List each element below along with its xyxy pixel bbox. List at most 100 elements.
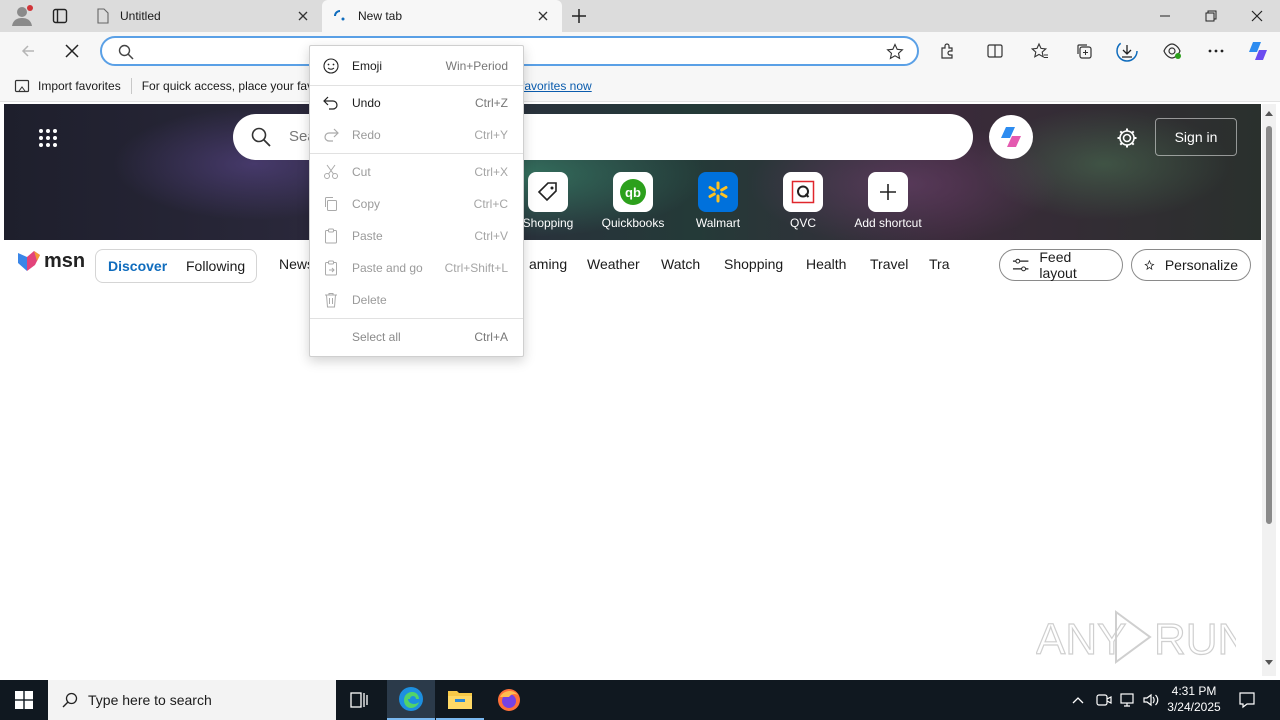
new-tab-plus-icon[interactable] (570, 7, 588, 25)
clock-date: 3/24/2025 (1167, 700, 1221, 714)
more-options-icon[interactable] (1202, 38, 1230, 64)
menu-item-paste[interactable]: Paste Ctrl+V (310, 220, 523, 252)
close-tab-icon[interactable] (534, 7, 552, 25)
start-button[interactable] (0, 680, 48, 720)
add-shortcut-button[interactable]: Add shortcut (848, 172, 928, 230)
menu-shortcut: Ctrl+Y (474, 128, 508, 142)
import-favorites-label: Import favorites (38, 78, 121, 93)
collections-icon[interactable] (1070, 38, 1098, 64)
tab-new-tab[interactable]: New tab (322, 0, 562, 32)
back-icon[interactable] (14, 38, 42, 64)
meet-now-icon[interactable] (1095, 691, 1113, 709)
menu-shortcut: Ctrl+V (474, 229, 508, 243)
network-icon[interactable] (1118, 691, 1136, 709)
menu-shortcut: Ctrl+X (474, 165, 508, 179)
redo-icon (324, 128, 339, 142)
menu-separator (310, 318, 523, 319)
menu-item-select-all[interactable]: Select all Ctrl+A (310, 321, 523, 353)
restore-icon[interactable] (1188, 0, 1234, 32)
shortcut-walmart[interactable]: Walmart (678, 172, 758, 230)
tab-untitled[interactable]: Untitled (86, 0, 322, 32)
loading-spinner-icon (334, 10, 345, 21)
menu-item-copy[interactable]: Copy Ctrl+C (310, 188, 523, 220)
split-screen-icon[interactable] (981, 38, 1009, 64)
scrollbar-thumb[interactable] (1266, 126, 1272, 524)
page-scrollbar[interactable] (1262, 104, 1276, 676)
downloads-icon[interactable] (1113, 38, 1141, 64)
close-tab-icon[interactable] (294, 7, 312, 25)
folder-icon (448, 691, 472, 709)
apps-grid-icon[interactable] (38, 128, 58, 148)
feed-layout-label: Feed layout (1039, 249, 1077, 281)
menu-item-delete[interactable]: Delete (310, 284, 523, 316)
tab-discover[interactable]: Discover (108, 258, 167, 274)
shortcut-quickbooks[interactable]: qb Quickbooks (593, 172, 673, 230)
taskbar-search-box[interactable]: Type here to search (48, 680, 336, 720)
copilot-icon[interactable] (1244, 38, 1272, 64)
extensions-icon[interactable] (934, 38, 962, 64)
notifications-icon[interactable] (1238, 691, 1256, 709)
taskbar-file-explorer[interactable] (436, 680, 484, 720)
nav-item-weather[interactable]: Weather (587, 256, 640, 272)
stop-loading-icon[interactable] (58, 38, 86, 64)
tag-icon (537, 182, 557, 202)
menu-label: Delete (352, 293, 387, 307)
menu-item-paste-and-go[interactable]: Paste and go Ctrl+Shift+L (310, 252, 523, 284)
close-window-icon[interactable] (1234, 0, 1280, 32)
taskbar-search-placeholder: Type here to search (88, 692, 212, 708)
menu-item-redo[interactable]: Redo Ctrl+Y (310, 119, 523, 151)
sign-in-button[interactable]: Sign in (1155, 118, 1237, 156)
menu-label: Copy (352, 197, 381, 211)
profile-avatar-icon[interactable] (10, 5, 34, 27)
import-favorites-button[interactable]: Import favorites (14, 78, 121, 94)
msn-butterfly-icon (18, 251, 40, 271)
shortcut-label: Add shortcut (854, 216, 922, 230)
shortcut-label: Shopping (522, 216, 574, 230)
menu-label: Paste and go (352, 261, 423, 275)
nav-item-watch[interactable]: Watch (661, 256, 700, 272)
menu-item-cut[interactable]: Cut Ctrl+X (310, 156, 523, 188)
menu-shortcut: Ctrl+A (474, 330, 508, 344)
taskbar-firefox[interactable] (485, 680, 533, 720)
menu-item-undo[interactable]: Undo Ctrl+Z (310, 87, 523, 119)
clock-time: 4:31 PM (1171, 684, 1217, 698)
nav-item-shopping[interactable]: Shopping (724, 256, 783, 272)
msn-logo[interactable]: msn (16, 249, 85, 273)
menu-label: Redo (352, 128, 381, 142)
copy-icon (325, 197, 337, 211)
copilot-icon (1001, 127, 1021, 147)
search-icon (62, 692, 78, 708)
copilot-button[interactable] (989, 115, 1033, 159)
menu-separator (310, 85, 523, 86)
edge-icon (399, 687, 423, 711)
browser-essentials-icon[interactable] (1158, 38, 1186, 64)
favorite-star-icon[interactable] (886, 43, 904, 61)
nav-item-traffic[interactable]: Tra (929, 256, 949, 272)
favorites-icon[interactable] (1026, 38, 1054, 64)
nav-item-gaming[interactable]: aming (529, 256, 567, 272)
windows-logo-icon (15, 691, 33, 709)
menu-item-emoji[interactable]: Emoji Win+Period (310, 50, 523, 82)
clock[interactable]: 4:31 PM 3/24/2025 (1164, 683, 1224, 715)
nav-item-health[interactable]: Health (806, 256, 846, 272)
volume-icon[interactable] (1142, 691, 1160, 709)
settings-gear-icon[interactable] (1116, 127, 1138, 149)
taskbar-edge[interactable] (387, 680, 435, 720)
tab-following[interactable]: Following (186, 258, 245, 274)
feed-nav: msn Discover Following News aming Weathe… (4, 240, 1261, 290)
tab-actions-icon[interactable] (52, 8, 68, 24)
quickbooks-icon: qb (620, 179, 646, 205)
menu-label: Paste (352, 229, 383, 243)
manage-favorites-link[interactable]: favorites now (521, 79, 592, 93)
nav-item-travel[interactable]: Travel (870, 256, 908, 272)
feed-layout-button[interactable]: Feed layout (999, 249, 1123, 281)
scroll-down-icon[interactable] (1265, 660, 1273, 666)
shortcut-qvc[interactable]: QVC (763, 172, 843, 230)
scroll-up-icon[interactable] (1265, 110, 1273, 116)
paste-icon (325, 228, 337, 244)
task-view-button[interactable] (336, 680, 384, 720)
minimize-icon[interactable] (1142, 0, 1188, 32)
show-hidden-icons[interactable] (1070, 692, 1086, 708)
personalize-button[interactable]: Personalize (1131, 249, 1251, 281)
favorites-bar: Import favorites For quick access, place… (0, 70, 1280, 102)
